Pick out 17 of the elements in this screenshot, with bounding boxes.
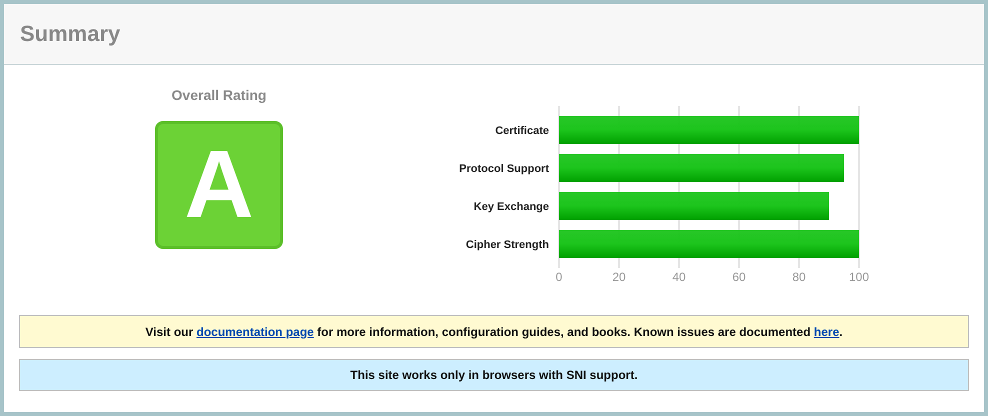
notice-link[interactable]: documentation page [196,324,314,338]
grade-badge: A [155,121,283,249]
section-title: Summary [20,21,120,47]
category-label: Cipher Strength [466,239,549,251]
axis-tick-label: 20 [612,270,626,284]
axis-tick-label: 0 [556,270,562,284]
notice-text: This site works only in browsers with SNI support. [350,368,638,382]
axis-tick-label: 60 [732,270,746,284]
rating-label: Overall Rating [172,87,266,103]
axis-tick-label: 80 [792,270,806,284]
axis-tick-label: 100 [848,270,870,284]
category-label: Key Exchange [474,201,549,213]
category-label: Certificate [495,125,549,137]
axis-tick-label: 40 [672,270,686,284]
category-label: Protocol Support [459,163,549,175]
notice-link[interactable]: here [814,324,840,338]
notice-text: Visit our documentation page for more information, configuration guides, and books. Known issues are documented here. [145,324,843,338]
